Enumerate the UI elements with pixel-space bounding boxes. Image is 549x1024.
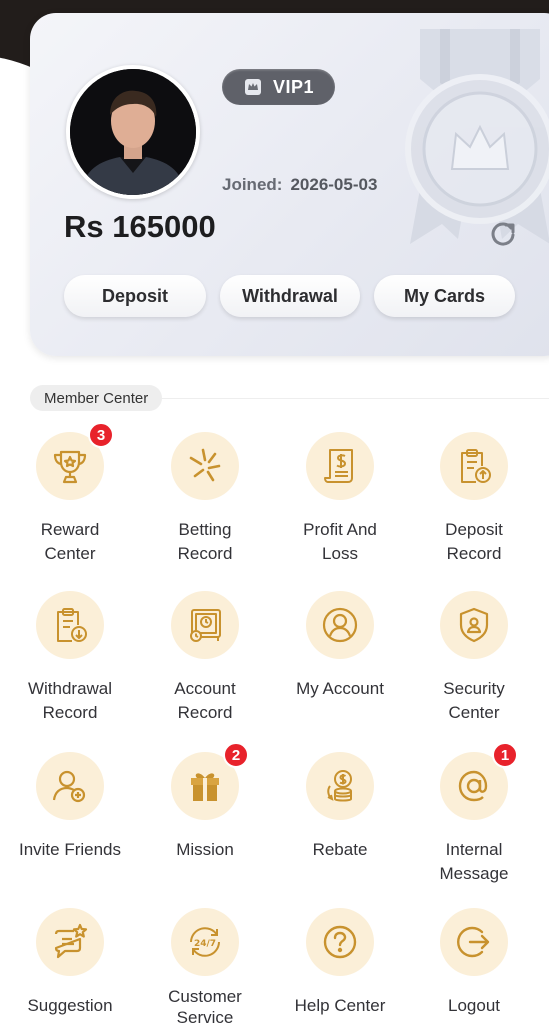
menu-item-label: Deposit Record — [445, 520, 503, 563]
clipboard-download-icon — [57, 608, 87, 642]
reward-count-badge: 3 — [88, 422, 114, 448]
vip-medal-icon — [405, 29, 549, 244]
clipboard-upload-icon — [461, 449, 491, 483]
receipt-icon — [324, 449, 353, 483]
joined-label: Joined: — [222, 175, 283, 194]
menu-item-deposit-record[interactable]: Deposit Record — [406, 432, 542, 566]
menu-item-betting-record[interactable]: Betting Record — [137, 432, 273, 566]
trophy-icon — [53, 450, 87, 484]
menu-item-withdrawal-record[interactable]: Withdrawal Record — [2, 591, 138, 725]
sparkle-icon — [189, 448, 221, 482]
user-icon — [322, 607, 358, 643]
menu-item-label: Logout — [448, 996, 500, 1015]
menu-item-invite-friends[interactable]: Invite Friends — [2, 752, 138, 862]
menu-item-profit-and-loss[interactable]: Profit And Loss — [272, 432, 408, 566]
gift-icon — [191, 773, 219, 801]
balance-amount: Rs 165000 — [64, 209, 216, 244]
menu-item-label: Mission — [176, 840, 234, 859]
menu-item-rebate[interactable]: Rebate — [272, 752, 408, 862]
menu-item-label: Invite Friends — [18, 840, 122, 859]
menu-item-customer-service[interactable]: 24/7 Customer Service — [137, 908, 273, 1024]
coins-icon — [327, 770, 352, 802]
menu-item-label: Account Record — [174, 679, 236, 722]
vip-badge: VIP1 — [222, 69, 335, 105]
menu-item-account-record[interactable]: Account Record — [137, 591, 273, 725]
menu-item-suggestion[interactable]: Suggestion — [2, 908, 138, 1018]
menu-item-label: Help Center — [294, 996, 386, 1015]
shield-icon — [459, 607, 489, 643]
menu-item-logout[interactable]: Logout — [406, 908, 542, 1018]
safe-icon — [190, 609, 221, 642]
add-user-icon — [52, 770, 86, 803]
menu-item-security-center[interactable]: Security Center — [406, 591, 542, 725]
joined-date: 2026-05-03 — [290, 175, 378, 194]
joined-info: Joined: 2026-05-03 — [222, 175, 377, 195]
vip-crown-icon — [244, 79, 261, 95]
svg-text:24/7: 24/7 — [194, 939, 216, 949]
menu-item-label: My Account — [296, 679, 384, 698]
refresh-icon[interactable] — [488, 219, 518, 249]
message-count-badge: 1 — [492, 742, 518, 768]
profile-card: VIP1 Joined: 2026-05-03 Rs 165000 Deposit… — [30, 13, 549, 356]
menu-item-my-account[interactable]: My Account — [272, 591, 408, 701]
divider — [158, 398, 549, 399]
menu-item-mission[interactable]: 2 Mission — [137, 742, 273, 862]
chat-icon — [54, 923, 88, 959]
menu-item-internal-message[interactable]: 1 Internal Message — [406, 742, 542, 886]
vip-level: VIP1 — [272, 76, 315, 97]
menu-item-help-center[interactable]: Help Center — [272, 908, 408, 1018]
menu-item-label: Internal Message — [439, 840, 509, 883]
menu-item-label: Withdrawal Record — [27, 679, 113, 722]
menu-item-reward-center[interactable]: 3 Reward Center — [2, 422, 138, 566]
withdrawal-button[interactable]: Withdrawal — [220, 275, 360, 317]
menu-item-label: Suggestion — [27, 996, 113, 1015]
avatar-photo — [70, 69, 196, 195]
question-icon — [323, 925, 357, 959]
avatar[interactable] — [66, 65, 200, 199]
menu-item-label: Customer Service — [168, 987, 242, 1024]
menu-item-label: Reward Center — [40, 520, 100, 563]
my-cards-button[interactable]: My Cards — [374, 275, 515, 317]
at-icon — [458, 770, 488, 802]
support-24-7-icon: 24/7 — [190, 927, 220, 957]
menu-item-label: Betting Record — [177, 520, 233, 563]
menu-item-label: Profit And Loss — [303, 520, 377, 563]
logout-icon — [457, 926, 490, 958]
menu-item-label: Rebate — [312, 840, 368, 859]
menu-item-label: Security Center — [443, 679, 505, 722]
mission-count-badge: 2 — [223, 742, 249, 768]
deposit-button[interactable]: Deposit — [64, 275, 206, 317]
member-center-title: Member Center — [30, 385, 163, 411]
